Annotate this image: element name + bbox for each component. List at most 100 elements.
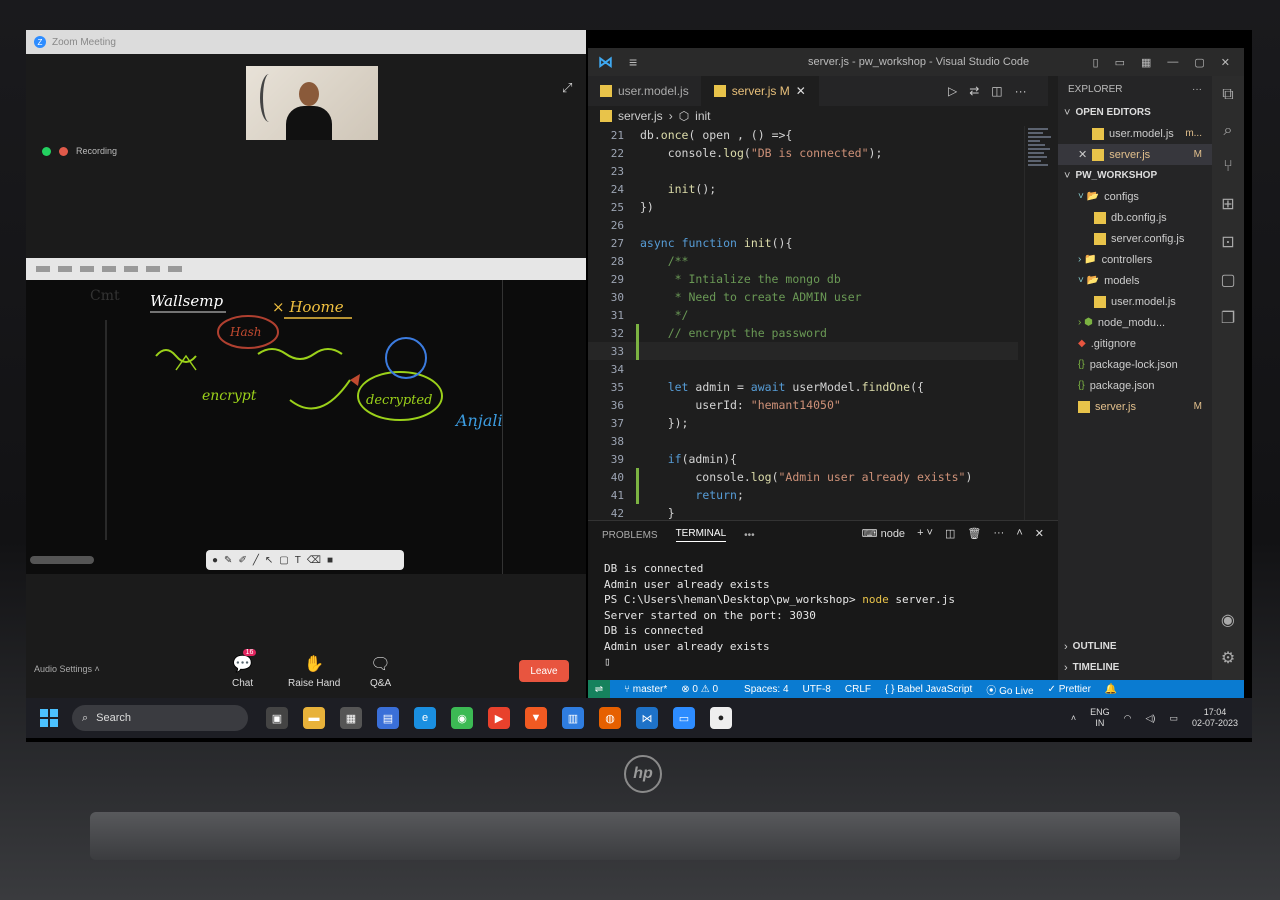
task-view-icon[interactable]: ▣ xyxy=(266,707,288,729)
source-control-icon[interactable]: ⑂ xyxy=(1223,158,1233,176)
outline-section[interactable]: › OUTLINE xyxy=(1058,636,1212,657)
breadcrumb-symbol[interactable]: init xyxy=(695,109,710,123)
file-tree-item[interactable]: ◆ .gitignore xyxy=(1058,333,1212,354)
language-indicator[interactable]: ENG IN xyxy=(1090,707,1110,729)
whiteboard-canvas[interactable]: Cmt Wallsemp × Hoome Hash encrypt decryp… xyxy=(26,280,586,574)
close-icon[interactable]: ✕ xyxy=(1078,148,1087,161)
code-line[interactable]: 36 userId: "hemant14050" xyxy=(588,396,1018,414)
code-line[interactable]: 22 console.log("DB is connected"); xyxy=(588,144,1018,162)
tab-terminal[interactable]: TERMINAL xyxy=(675,528,727,542)
close-icon[interactable]: ✕ xyxy=(1221,56,1230,69)
code-line[interactable]: 21 db.once( open , () =>{ xyxy=(588,126,1018,144)
maximize-icon[interactable]: ▢ xyxy=(1194,56,1204,69)
wifi-icon[interactable]: ◠ xyxy=(1124,713,1132,724)
panel-more[interactable]: ••• xyxy=(744,530,755,541)
new-terminal-icon[interactable]: + ˅ xyxy=(917,527,933,540)
close-panel-icon[interactable]: ✕ xyxy=(1035,527,1044,540)
whiteboard-toolbar[interactable] xyxy=(26,258,586,280)
raise-hand-button[interactable]: ✋ Raise Hand xyxy=(288,654,340,689)
file-tree-item[interactable]: server.js M xyxy=(1058,396,1212,417)
file-explorer-icon[interactable]: ▬ xyxy=(303,707,325,729)
minimize-icon[interactable]: — xyxy=(1167,56,1178,69)
youtube-icon[interactable]: ▶ xyxy=(488,707,510,729)
testing-icon[interactable]: ▢ xyxy=(1220,270,1235,290)
split-editor-icon[interactable]: ◫ xyxy=(991,84,1002,98)
gear-icon[interactable]: ⚙ xyxy=(1221,648,1235,668)
code-line[interactable]: 34 xyxy=(588,360,1018,378)
code-line[interactable]: 30 * Need to create ADMIN user xyxy=(588,288,1018,306)
shape-tool-icon[interactable]: ▢ xyxy=(279,555,288,566)
spaces-status[interactable]: Spaces: 4 xyxy=(744,684,788,695)
terminal-shell[interactable]: ⌨ node xyxy=(862,527,905,540)
code-line[interactable]: 23 xyxy=(588,162,1018,180)
highlighter-icon[interactable]: ✐ xyxy=(238,555,246,566)
color-swatch-icon[interactable]: ■ xyxy=(327,555,333,566)
terminal-output[interactable]: DB is connected Admin user already exist… xyxy=(588,549,1058,682)
zoom-taskbar-icon[interactable]: ▭ xyxy=(673,707,695,729)
eol-status[interactable]: CRLF xyxy=(845,684,871,695)
workspace-section[interactable]: ˅ PW_WORKSHOP xyxy=(1058,165,1212,186)
whiteboard-scrollbar[interactable] xyxy=(30,556,94,564)
file-tree-item[interactable]: › 📁 controllers xyxy=(1058,249,1212,270)
battery-icon[interactable]: ▭ xyxy=(1169,713,1178,724)
line-tool-icon[interactable]: ╱ xyxy=(253,555,259,566)
whiteboard-tools[interactable]: ● ✎ ✐ ╱ ↖ ▢ T ⌫ ■ xyxy=(206,550,404,570)
search-icon[interactable]: ⌕ xyxy=(1224,122,1233,140)
taskbar-search[interactable]: ⌕ Search xyxy=(72,705,248,731)
branch-status[interactable]: ⑂ master* xyxy=(624,684,667,695)
comments-icon[interactable]: ❐ xyxy=(1221,308,1235,328)
open-editor-user-model[interactable]: user.model.js m... xyxy=(1058,123,1212,144)
tab-server[interactable]: server.js M ✕ xyxy=(701,76,819,106)
encoding-status[interactable]: UTF-8 xyxy=(803,684,831,695)
open-editor-server[interactable]: ✕ server.js M xyxy=(1058,144,1212,165)
chevron-up-icon[interactable]: ˄ xyxy=(1071,713,1076,723)
explorer-icon[interactable]: ⧉ xyxy=(1222,86,1233,104)
source-control-icon[interactable]: ⇄ xyxy=(969,84,979,98)
extensions-icon[interactable]: ⊞ xyxy=(1221,194,1234,214)
mic-icon[interactable]: ● xyxy=(710,707,732,729)
code-line[interactable]: 42 } xyxy=(588,504,1018,520)
code-line[interactable]: 39 if(admin){ xyxy=(588,450,1018,468)
participant-video[interactable] xyxy=(246,66,378,140)
file-tree-item[interactable]: user.model.js xyxy=(1058,291,1212,312)
file-tree-item[interactable]: db.config.js xyxy=(1058,207,1212,228)
code-line[interactable]: 38 xyxy=(588,432,1018,450)
leave-button[interactable]: Leave xyxy=(519,660,569,682)
clock[interactable]: 17:04 02-07-2023 xyxy=(1192,707,1238,729)
explorer-more-icon[interactable]: ··· xyxy=(1192,84,1202,95)
notepad-icon[interactable]: ▤ xyxy=(377,707,399,729)
tab-problems[interactable]: PROBLEMS xyxy=(602,530,658,541)
store-icon[interactable]: ▦ xyxy=(340,707,362,729)
prettier-status[interactable]: ✓ Prettier xyxy=(1048,684,1091,695)
code-line[interactable]: 26 xyxy=(588,216,1018,234)
run-icon[interactable]: ▷ xyxy=(948,84,957,98)
code-line[interactable]: 27 async function init(){ xyxy=(588,234,1018,252)
minimap[interactable] xyxy=(1024,126,1054,520)
split-terminal-icon[interactable]: ◫ xyxy=(945,527,955,540)
chrome-icon[interactable]: ◉ xyxy=(451,707,473,729)
vscode-taskbar-icon[interactable]: ⋈ xyxy=(636,707,658,729)
eraser-icon[interactable]: ⌫ xyxy=(307,555,321,566)
code-line[interactable]: 37 }); xyxy=(588,414,1018,432)
docs-icon[interactable]: ▥ xyxy=(562,707,584,729)
text-tool-icon[interactable]: T xyxy=(295,555,301,566)
file-tree-item[interactable]: ˅ 📂 models xyxy=(1058,270,1212,291)
file-tree-item[interactable]: {} package.json xyxy=(1058,375,1212,396)
tab-user-model[interactable]: user.model.js xyxy=(588,76,702,106)
layout-grid-icon[interactable]: ▦ xyxy=(1141,56,1151,69)
firefox-icon[interactable]: ◍ xyxy=(599,707,621,729)
code-line[interactable]: 41 return; xyxy=(588,486,1018,504)
timeline-section[interactable]: › TIMELINE xyxy=(1058,657,1212,678)
problems-status[interactable]: ⊗ 0 ⚠ 0 xyxy=(681,684,718,695)
code-editor[interactable]: 21 db.once( open , () =>{22 console.log("… xyxy=(588,126,1018,520)
maximize-panel-icon[interactable]: ˄ xyxy=(1016,527,1022,540)
code-line[interactable]: 24 init(); xyxy=(588,180,1018,198)
hamburger-menu-icon[interactable]: ≡ xyxy=(629,54,637,70)
file-tree-item[interactable]: ˅ 📂 configs xyxy=(1058,186,1212,207)
file-tree-item[interactable]: {} package-lock.json xyxy=(1058,354,1212,375)
golive-status[interactable]: ⦿ Go Live xyxy=(986,682,1033,697)
windows-start-icon[interactable] xyxy=(40,709,58,727)
arrow-tool-icon[interactable]: ↖ xyxy=(265,555,273,566)
open-editors-section[interactable]: ˅ OPEN EDITORS xyxy=(1058,102,1212,123)
close-tab-icon[interactable]: ✕ xyxy=(796,84,806,98)
